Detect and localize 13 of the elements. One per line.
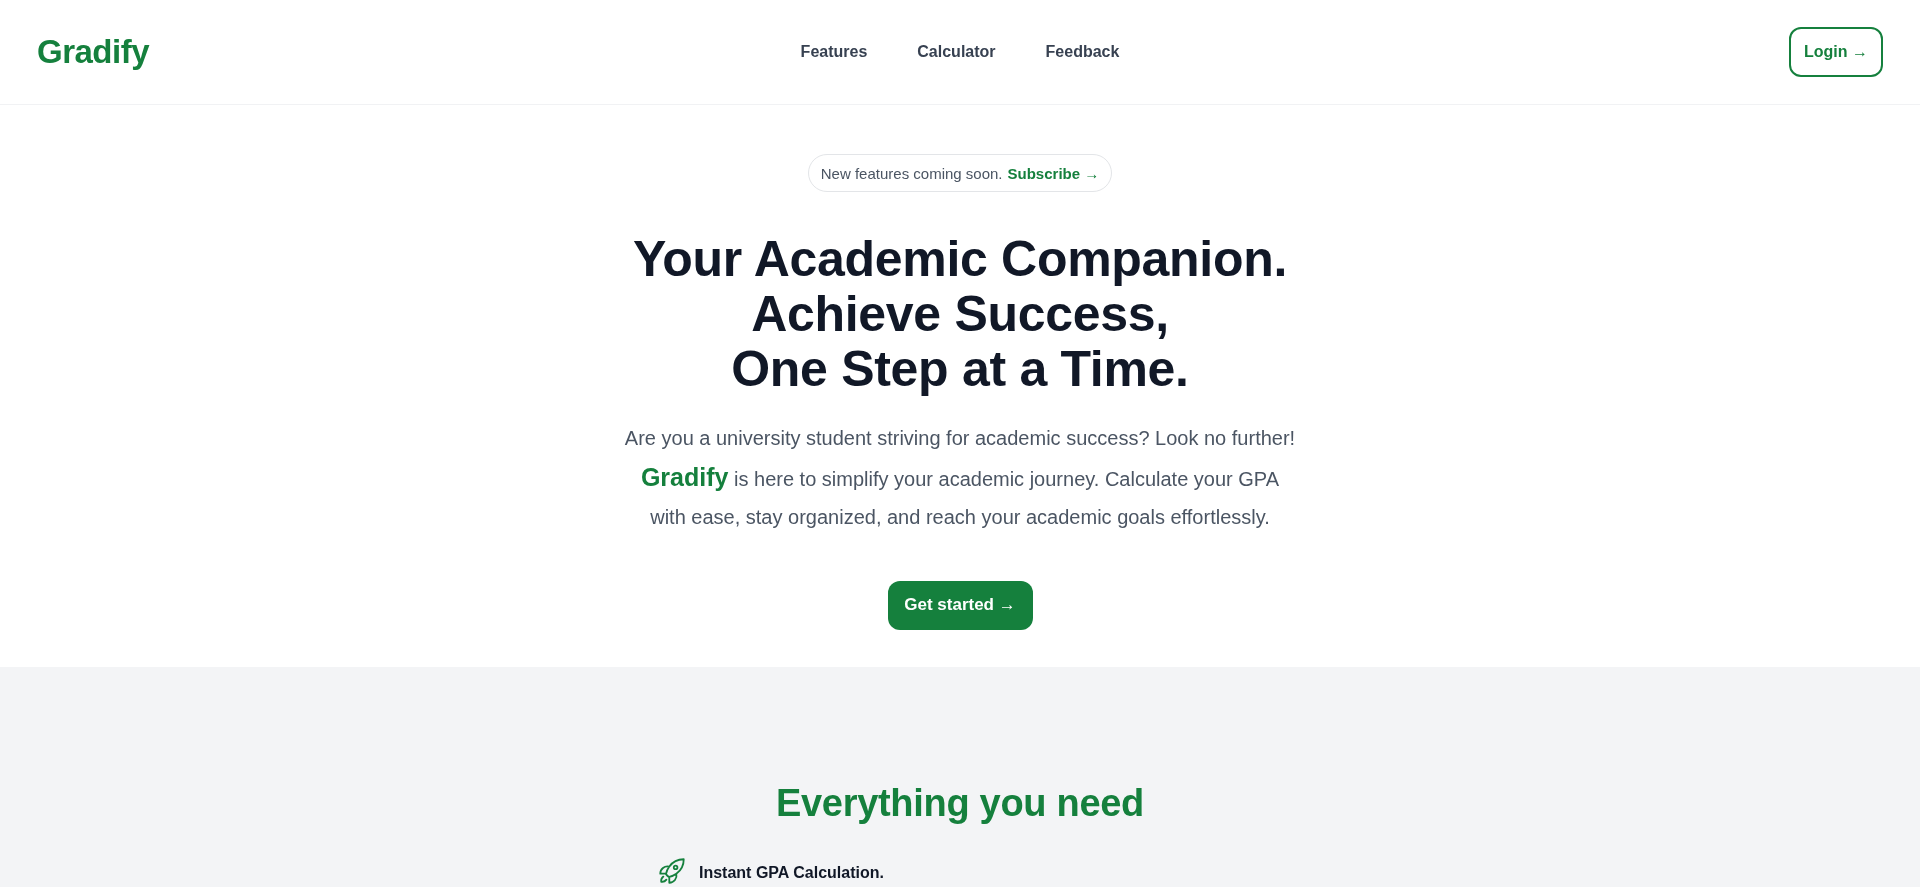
nav-link[interactable]: Calculator bbox=[917, 43, 996, 61]
nav-link[interactable]: Features bbox=[800, 43, 868, 61]
logo[interactable]: Gradify bbox=[37, 33, 150, 71]
rocket-icon bbox=[659, 857, 685, 884]
subscribe-link[interactable]: Subscribe → bbox=[1007, 164, 1100, 182]
nav-link[interactable]: Feedback bbox=[1045, 43, 1120, 61]
login-button[interactable]: Login → bbox=[1789, 27, 1883, 77]
get-started-button[interactable]: Get started → bbox=[887, 580, 1033, 630]
hero-description: Are you a university student striving for academic success? Look no further! Gradify is here to simplify your academic journey. Calculate your GPA with ease, stay organized, and reach your academic goals effortlessly. bbox=[623, 426, 1297, 530]
features-heading: Everything you need bbox=[775, 780, 1145, 826]
announcement-text: New features coming soon. bbox=[820, 164, 1003, 182]
hero-title: Your Academic Companion. Achieve Success, One Step at a Time. bbox=[633, 232, 1287, 397]
feature-title: Instant GPA Calculation. bbox=[699, 862, 884, 883]
